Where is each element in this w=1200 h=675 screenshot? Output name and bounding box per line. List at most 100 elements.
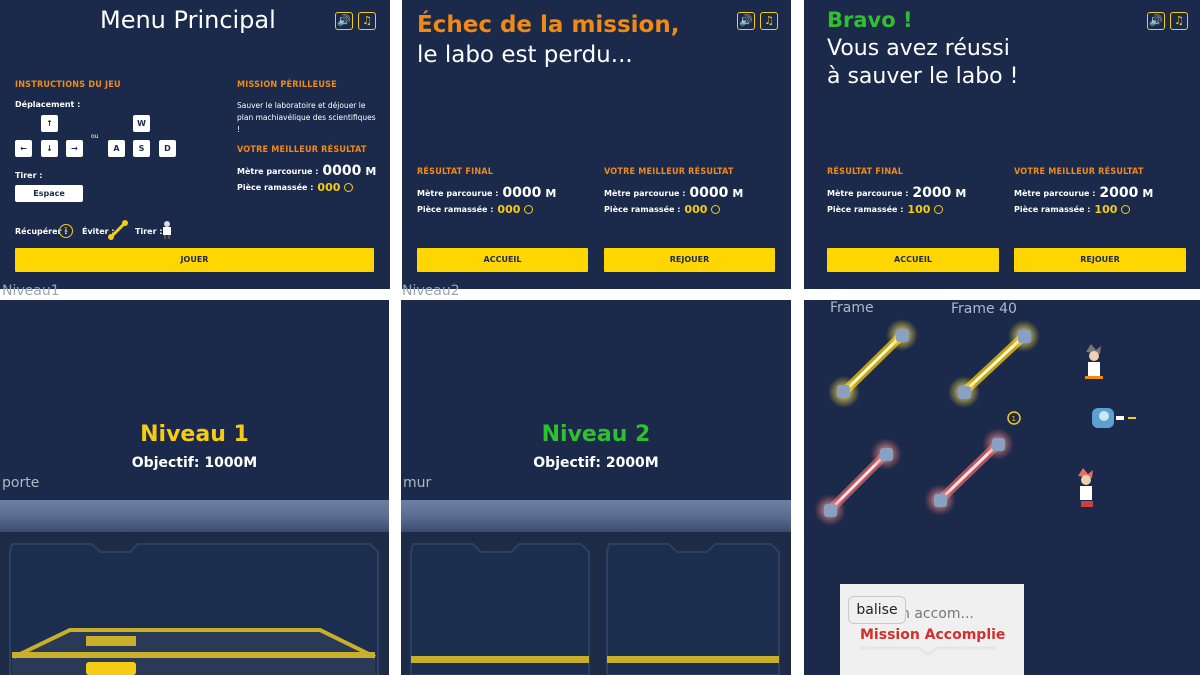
metre-label: Mètre parcourue : — [417, 188, 499, 198]
metre-unit: M — [955, 186, 967, 200]
key-espace: Espace — [15, 185, 83, 202]
metre-unit: M — [545, 186, 557, 200]
metre-unit: M — [365, 164, 377, 178]
piece-label: Pièce ramassée : — [1014, 205, 1091, 214]
wall-illustration — [401, 532, 791, 675]
laser-obstacle-icon — [108, 220, 128, 240]
mission-ghost-text: n accom... — [901, 606, 974, 622]
ou-label: ou — [91, 133, 99, 140]
fail-panel: Échec de la mission, le labo est perdu..… — [402, 0, 791, 289]
metre-value: 0000 — [689, 185, 729, 201]
best-piece-row: Pièce ramassée : 000 — [237, 181, 354, 194]
grid-label-mur: mur — [403, 475, 432, 491]
coin-icon — [524, 205, 534, 214]
music-icon[interactable]: ♫ — [358, 12, 376, 30]
laser-red-2 — [924, 428, 1014, 516]
final-metre-row: Mètre parcourue : 2000 M — [827, 185, 966, 201]
best-metre-row: Mètre parcourue : 2000 M — [1014, 185, 1153, 201]
win-title-2: Vous avez réussi — [827, 36, 1010, 61]
jouer-button[interactable]: JOUER — [15, 248, 374, 272]
metre-unit: M — [732, 186, 744, 200]
fail-title-2: le labo est perdu... — [417, 42, 633, 68]
win-title-1: Bravo ! — [827, 8, 913, 32]
key-w: W — [133, 115, 150, 132]
key-left-icon: ← — [15, 140, 32, 157]
win-panel: Bravo ! Vous avez réussi à sauver le lab… — [804, 0, 1200, 289]
wall-top — [401, 500, 791, 532]
metre-label: Mètre parcourue : — [1014, 188, 1096, 198]
metre-value: 0000 — [322, 163, 362, 179]
accueil-button[interactable]: ACCUEIL — [827, 248, 999, 272]
level2-objectif: Objectif: 2000M — [533, 455, 659, 471]
wall-top — [0, 500, 389, 532]
best-metre-row: Mètre parcourue : 0000 M — [237, 163, 376, 179]
level2-title: Niveau 2 — [541, 422, 651, 447]
scientist-sprite-2 — [1078, 468, 1093, 507]
accueil-button[interactable]: ACCUEIL — [417, 248, 588, 272]
fail-title-1: Échec de la mission, — [417, 12, 680, 38]
banner-shape — [860, 646, 996, 656]
grid-label-niveau1: Niveau1 — [2, 283, 60, 299]
metre-value: 2000 — [1099, 185, 1139, 201]
key-down-icon: ↓ — [41, 140, 58, 157]
level1-title: Niveau 1 — [140, 422, 249, 447]
grid-label-niveau2: Niveau2 — [402, 283, 460, 299]
metre-label: Mètre parcourue : — [827, 188, 909, 198]
level1-objectif: Objectif: 1000M — [131, 455, 258, 471]
level2-panel: Niveau 2 Objectif: 2000M mur — [401, 300, 791, 675]
menu-panel: Menu Principal 🔊 ♫ INSTRUCTIONS DU JEU D… — [0, 0, 390, 289]
piece-label: Pièce ramassée : — [604, 205, 681, 214]
piece-value: 100 — [1094, 203, 1118, 216]
mission-title: MISSION PÉRILLEUSE — [237, 80, 337, 90]
mission-accomplie-text: Mission Accomplie — [860, 627, 1006, 643]
final-piece-row: Pièce ramassée : 000 — [417, 203, 534, 216]
scientist-icon — [163, 221, 171, 239]
music-icon[interactable]: ♫ — [760, 12, 778, 30]
piece-label: Pièce ramassée : — [827, 205, 904, 214]
coin-icon — [1121, 205, 1131, 214]
best-title: VOTRE MEILLEUR RÉSULTAT — [1014, 167, 1144, 177]
sound-icon[interactable]: 🔊 — [335, 12, 353, 30]
best-title: VOTRE MEILLEUR RÉSULTAT — [604, 167, 734, 177]
best-title: VOTRE MEILLEUR RÉSULTAT — [237, 145, 367, 155]
balise-tag: balise — [848, 596, 906, 624]
door-illustration — [0, 532, 389, 675]
coin-icon — [711, 205, 721, 214]
instructions-title: INSTRUCTIONS DU JEU — [15, 80, 121, 90]
scientist-sprite-1 — [1085, 344, 1103, 379]
tirer-label-2: Tirer : — [135, 227, 163, 236]
key-s: S — [133, 140, 150, 157]
piece-value: 000 — [317, 181, 341, 194]
music-icon[interactable]: ♫ — [1170, 12, 1188, 30]
deplacement-label: Déplacement : — [15, 100, 81, 109]
metre-label: Mètre parcourue : — [237, 166, 319, 176]
level1-panel: Niveau 1 Objectif: 1000M porte — [0, 300, 389, 675]
metre-value: 2000 — [912, 185, 952, 201]
best-metre-row: Mètre parcourue : 0000 M — [604, 185, 743, 201]
piece-value: 000 — [497, 203, 521, 216]
coin-icon: 1 — [59, 224, 73, 238]
laser-red-1 — [814, 438, 902, 526]
rejouer-button[interactable]: REJOUER — [1014, 248, 1186, 272]
piece-label: Pièce ramassée : — [417, 205, 494, 214]
menu-title: Menu Principal — [100, 6, 276, 34]
rejouer-button[interactable]: REJOUER — [604, 248, 775, 272]
laser-yellow-2 — [948, 320, 1040, 408]
grid-label-porte: porte — [2, 475, 40, 491]
coin-icon — [934, 205, 944, 214]
sound-icon[interactable]: 🔊 — [1147, 12, 1165, 30]
best-piece-row: Pièce ramassée : 100 — [1014, 203, 1131, 216]
robot-sprite — [1092, 408, 1136, 428]
piece-value: 100 — [907, 203, 931, 216]
tirer-label: Tirer : — [15, 171, 43, 180]
metre-unit: M — [1142, 186, 1154, 200]
key-right-icon: → — [66, 140, 83, 157]
sound-icon[interactable]: 🔊 — [737, 12, 755, 30]
coin-icon — [344, 183, 354, 192]
metre-value: 0000 — [502, 185, 542, 201]
final-title: RÉSULTAT FINAL — [827, 167, 904, 177]
mission-text: Sauver le laboratoire et déjouer le plan… — [237, 101, 376, 134]
final-metre-row: Mètre parcourue : 0000 M — [417, 185, 556, 201]
piece-label: Pièce ramassée : — [237, 183, 314, 192]
storyboard-grid: Menu Principal 🔊 ♫ INSTRUCTIONS DU JEU D… — [0, 0, 1200, 675]
